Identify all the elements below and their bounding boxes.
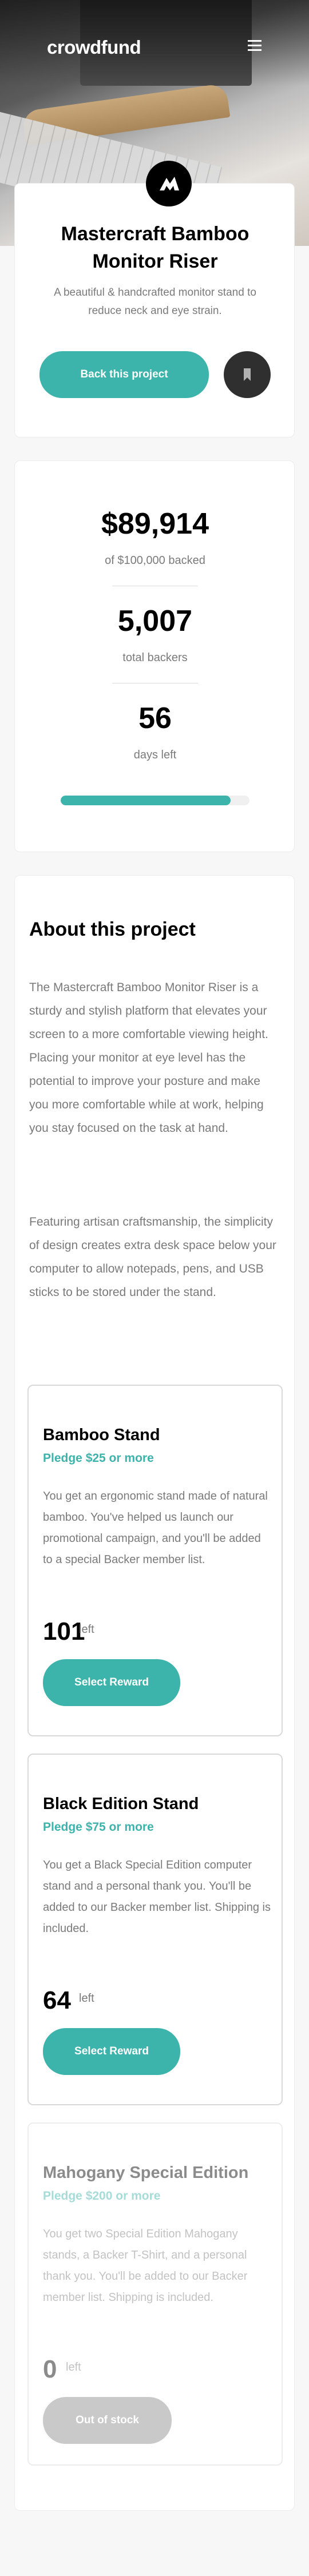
reward-pledge: Pledge $25 or more (43, 1452, 154, 1465)
stats-card: $89,914 of $100,000 backed 5,007 total b… (14, 460, 295, 852)
about-paragraph: Featuring artisan craftsmanship, the sim… (29, 1215, 276, 1299)
project-intro-card: Mastercraft Bamboo Monitor Riser A beaut… (14, 161, 295, 438)
select-reward-button[interactable]: Select Reward (43, 1659, 180, 1706)
mastercraft-logo-icon (146, 161, 192, 206)
reward-description: You get a Black Special Edition computer… (43, 1859, 271, 1935)
days-label: days left (133, 749, 177, 761)
reward-left-label: left (79, 1992, 94, 2005)
backed-label: of $100,000 backed (105, 554, 205, 567)
about-paragraph: The Mastercraft Bamboo Monitor Riser is … (29, 981, 268, 1135)
reward-pledge: Pledge $200 or more (43, 2189, 161, 2203)
select-reward-button[interactable]: Select Reward (43, 2028, 180, 2075)
reward-card-black-edition: Black Edition Stand Pledge $75 or more Y… (27, 1754, 283, 2105)
reward-description: You get two Special Edition Mahogany sta… (43, 2228, 248, 2304)
reward-name: Bamboo Stand (43, 1426, 160, 1444)
project-subtitle: A beautiful & handcrafted monitor stand … (54, 287, 256, 317)
reward-card-bamboo: Bamboo Stand Pledge $25 or more You get … (27, 1385, 283, 1736)
reward-card-mahogany: Mahogany Special Edition Pledge $200 or … (27, 2122, 283, 2466)
reward-left-count: 0 (43, 2355, 57, 2383)
about-heading: About this project (29, 919, 196, 940)
about-card: About this project The Mastercraft Bambo… (14, 875, 295, 2511)
brand-logo[interactable]: crowdfund (47, 37, 141, 58)
reward-name: Black Edition Stand (43, 1795, 199, 1813)
reward-description: You get an ergonomic stand made of natur… (43, 1490, 268, 1566)
backers-label: total backers (122, 651, 188, 664)
project-title: Mastercraft Bamboo Monitor Riser (61, 223, 249, 272)
funding-progress-fill (61, 796, 231, 805)
back-project-button[interactable]: Back this project (39, 351, 209, 398)
bookmark-button[interactable] (224, 351, 271, 398)
bookmark-icon (244, 368, 251, 381)
hamburger-menu-icon[interactable] (248, 40, 262, 51)
reward-left-label: left (66, 2361, 81, 2374)
out-of-stock-button: Out of stock (43, 2397, 172, 2444)
reward-left-count: 64 (43, 1986, 71, 2014)
reward-name: Mahogany Special Edition (43, 2164, 249, 2182)
days-count: 56 (138, 702, 172, 735)
funding-progress-bar (61, 796, 249, 805)
reward-pledge: Pledge $75 or more (43, 1820, 154, 1834)
reward-left-label: left (79, 1623, 94, 1636)
backed-amount: $89,914 (101, 507, 209, 540)
backers-count: 5,007 (117, 605, 193, 638)
